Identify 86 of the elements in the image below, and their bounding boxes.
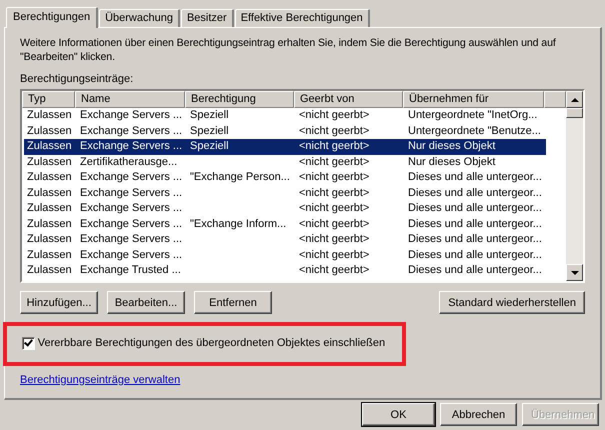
column-header[interactable]: Übernehmen für <box>403 91 544 108</box>
table-cell-text: Nur dieses Objekt <box>407 139 496 154</box>
table-row[interactable]: Zulassen Exchange Servers ... Speziell <nicht geerbt> Untergeordnete "Benutze... <box>24 124 546 139</box>
list-action-button[interactable]: Hinzufügen... <box>20 291 98 314</box>
table-cell-text: <nicht geerbt> <box>298 248 370 262</box>
table-row[interactable]: Zulassen Exchange Trusted ... <nicht geerbt> Dieses und alle untergeor... <box>24 263 546 278</box>
table-cell-text: Speziell <box>189 124 230 138</box>
table-row[interactable]: Zulassen Exchange Servers ... Speziell <nicht geerbt> Untergeordnete "InetOrg... <box>24 108 546 124</box>
table-cell-text: Untergeordnete "Benutze... <box>407 124 542 138</box>
dialog-button[interactable]: OK <box>362 403 435 426</box>
scrollbar[interactable] <box>566 91 583 281</box>
table-cell-text: Zulassen <box>26 154 73 170</box>
table-cell-text: Exchange Servers ... <box>79 186 184 200</box>
checkbox[interactable] <box>22 336 35 350</box>
list-action-button[interactable]: Bearbeiten... <box>107 291 185 314</box>
table-cell-text: Nur dieses Objekt <box>407 154 496 170</box>
table-cell-text: Zulassen <box>26 170 73 185</box>
table-cell-text: Speziell <box>189 108 230 123</box>
table-cell-text: "Exchange Inform... <box>189 216 288 232</box>
table-cell-text: Zulassen <box>26 201 73 216</box>
table-row[interactable]: Zulassen Exchange Servers ... "Exchange Person... <nicht geerbt> Dieses und alle untergeor... <box>24 170 546 186</box>
table-cell-text: Exchange Servers ... <box>79 170 184 185</box>
table-cell-text: Exchange Servers ... <box>79 108 184 123</box>
scroll-thumb[interactable] <box>566 108 583 118</box>
scroll-down-button[interactable] <box>566 264 583 281</box>
table-row[interactable]: Zulassen Exchange Servers ... <nicht geerbt> Dieses und alle untergeor... <box>24 186 546 201</box>
table-row[interactable]: Zulassen Zertifikatherausge... <nicht geerbt> Nur dieses Objekt <box>24 154 546 170</box>
table-cell-text: <nicht geerbt> <box>298 186 370 200</box>
table-cell-text: Dieses und alle untergeor... <box>407 263 543 278</box>
table-cell-text: Zulassen <box>26 124 73 138</box>
table-cell-text: Speziell <box>189 139 230 154</box>
column-header[interactable]: Name <box>75 91 185 108</box>
column-header[interactable]: Typ <box>22 91 75 108</box>
table-cell-text: <nicht geerbt> <box>298 124 370 138</box>
table-row[interactable]: Zulassen Exchange Servers ... <nicht geerbt> Dieses und alle untergeor... <box>24 248 546 263</box>
up-arrow-icon <box>570 98 578 102</box>
table-cell-text: Exchange Servers ... <box>79 124 184 138</box>
table-cell-text: Dieses und alle untergeor... <box>407 170 543 185</box>
table-row[interactable]: Zulassen Exchange Servers ... "Exchange Inform... <nicht geerbt> Dieses und alle untergeor... <box>24 216 546 232</box>
table-cell-text: Zulassen <box>26 248 73 262</box>
checkbox-label: Vererbbare Berechtigungen des übergeordneten Objektes einschließen <box>38 336 386 351</box>
table-cell-text: Dieses und alle untergeor... <box>407 248 543 262</box>
table-cell-text: Exchange Servers ... <box>79 139 184 154</box>
table-row[interactable]: Zulassen Exchange Servers ... <nicht geerbt> Dieses und alle untergeor... <box>24 201 546 216</box>
dialog-button[interactable]: Abbrechen <box>440 403 517 426</box>
table-cell-text: <nicht geerbt> <box>298 216 370 232</box>
table-cell-text: Zulassen <box>26 108 73 123</box>
column-header[interactable]: Berechtigung <box>185 91 294 108</box>
table-cell-text: Exchange Servers ... <box>79 201 184 216</box>
table-cell-text: <nicht geerbt> <box>298 154 370 170</box>
table-cell-text: Untergeordnete "InetOrg... <box>407 108 538 123</box>
table-cell-text: <nicht geerbt> <box>298 232 370 247</box>
table-cell-text: <nicht geerbt> <box>298 139 370 154</box>
restore-defaults-button[interactable]: Standard wiederherstellen <box>439 291 585 314</box>
table-cell-text: Dieses und alle untergeor... <box>407 201 543 216</box>
tab[interactable]: Überwachung <box>99 9 180 27</box>
info-text: Weitere Informationen über einen Berechtigungseintrag erhalten Sie, indem Sie die Berechtigung auswählen und auf "Bearbeiten" klicken. <box>20 36 557 64</box>
table-cell-text: <nicht geerbt> <box>298 170 370 185</box>
list-label: Berechtigungseinträge: <box>20 72 134 86</box>
scroll-up-button[interactable] <box>566 91 583 108</box>
table-row[interactable]: Zulassen Exchange Servers ... <nicht geerbt> Dieses und alle untergeor... <box>24 232 546 248</box>
tab[interactable]: Berechtigungen <box>6 7 98 28</box>
table-cell-text: Zertifikatherausge... <box>79 154 178 170</box>
column-header[interactable]: Geerbt von <box>294 91 403 108</box>
table-cell-text: Zulassen <box>26 263 73 278</box>
manage-entries-link[interactable]: Berechtigungseinträge verwalten <box>20 374 180 386</box>
table-cell-text: <nicht geerbt> <box>298 108 370 123</box>
table-cell-text: Dieses und alle untergeor... <box>407 232 543 247</box>
table-cell-text: <nicht geerbt> <box>298 201 370 216</box>
table-cell-text: Exchange Trusted ... <box>79 263 182 278</box>
down-arrow-icon <box>570 270 578 274</box>
tab[interactable]: Effektive Berechtigungen <box>234 9 370 27</box>
table-cell-text: Dieses und alle untergeor... <box>407 216 543 232</box>
table-cell-text: Dieses und alle untergeor... <box>407 186 543 200</box>
table-cell-text: Exchange Servers ... <box>79 216 184 232</box>
table-cell-text: Exchange Servers ... <box>79 232 184 247</box>
table-cell-text: Exchange Servers ... <box>79 248 184 262</box>
table-cell-text: Zulassen <box>26 139 73 154</box>
table-cell-text: Zulassen <box>26 216 73 232</box>
table-cell-text: <nicht geerbt> <box>298 263 370 278</box>
table-cell-text: Zulassen <box>26 186 73 200</box>
table-cell-text: Zulassen <box>26 232 73 247</box>
list-action-button[interactable]: Entfernen <box>194 291 272 314</box>
tab[interactable]: Besitzer <box>180 9 234 27</box>
selected-row[interactable]: Zulassen Exchange Servers ... Speziell <nicht geerbt> Nur dieses Objekt <box>24 139 546 154</box>
table-cell-text: "Exchange Person... <box>189 170 291 185</box>
